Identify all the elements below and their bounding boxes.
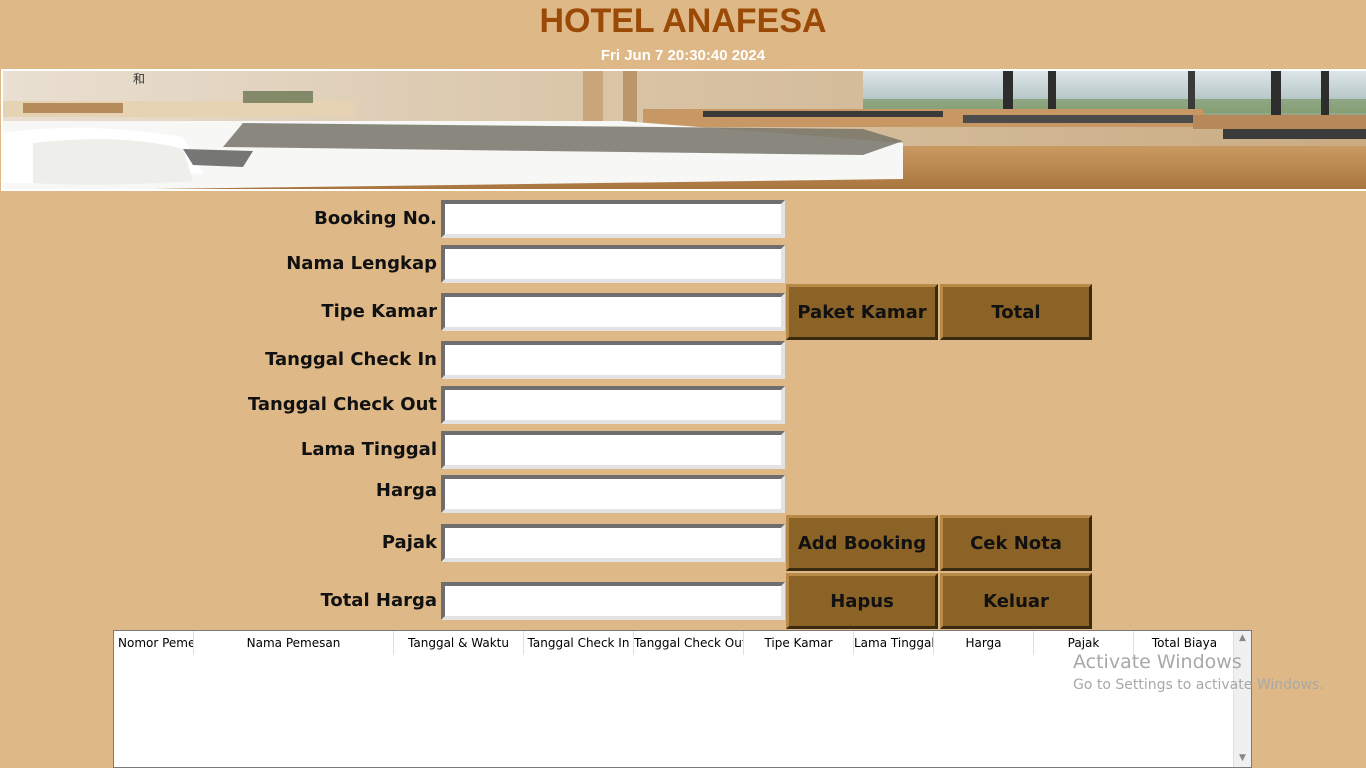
scroll-up-arrow-icon[interactable]: ▲: [1234, 633, 1251, 643]
nama-lengkap-input[interactable]: [441, 245, 785, 283]
scroll-down-arrow-icon[interactable]: ▼: [1234, 753, 1251, 763]
svg-text:和: 和: [133, 72, 145, 86]
total-button[interactable]: Total: [940, 284, 1092, 340]
lama-tinggal-input[interactable]: [441, 431, 785, 469]
column-header-tanggal-waktu[interactable]: Tanggal & Waktu: [394, 631, 524, 655]
activate-windows-subtitle: Go to Settings to activate Windows.: [1073, 677, 1324, 693]
tipe-kamar-label: Tipe Kamar: [321, 301, 437, 322]
lama-tinggal-label: Lama Tinggal: [300, 439, 437, 460]
keluar-button[interactable]: Keluar: [940, 573, 1092, 629]
paket-kamar-button[interactable]: Paket Kamar: [786, 284, 938, 340]
column-header-tanggal-check-in[interactable]: Tanggal Check In: [524, 631, 634, 655]
add-booking-button[interactable]: Add Booking: [786, 515, 938, 571]
pajak-input[interactable]: [441, 524, 785, 562]
column-header-nomor-pemesan[interactable]: Nomor Peme: [114, 631, 194, 655]
hotel-room-banner: 和: [1, 69, 1366, 191]
booking-no-label: Booking No.: [314, 208, 437, 229]
activate-windows-title: Activate Windows: [1073, 651, 1242, 673]
harga-input[interactable]: [441, 475, 785, 513]
column-header-tipe-kamar[interactable]: Tipe Kamar: [744, 631, 854, 655]
column-header-lama-tinggal[interactable]: Lama Tinggal: [854, 631, 934, 655]
table-header: Nomor Peme Nama Pemesan Tanggal & Waktu …: [114, 631, 1235, 655]
pajak-label: Pajak: [381, 532, 437, 553]
hapus-button[interactable]: Hapus: [786, 573, 938, 629]
column-header-harga[interactable]: Harga: [934, 631, 1034, 655]
booking-no-input[interactable]: [441, 200, 785, 238]
tipe-kamar-input[interactable]: [441, 293, 785, 331]
cek-nota-button[interactable]: Cek Nota: [940, 515, 1092, 571]
tanggal-check-in-input[interactable]: [441, 341, 785, 379]
app-title: HOTEL ANAFESA: [539, 2, 827, 40]
column-header-nama-pemesan[interactable]: Nama Pemesan: [194, 631, 394, 655]
datetime-display: Fri Jun 7 20:30:40 2024: [600, 47, 766, 64]
column-header-tanggal-check-out[interactable]: Tanggal Check Out: [634, 631, 744, 655]
total-harga-label: Total Harga: [320, 590, 437, 611]
tanggal-check-out-input[interactable]: [441, 386, 785, 424]
tanggal-check-out-label: Tanggal Check Out: [247, 394, 437, 415]
tanggal-check-in-label: Tanggal Check In: [265, 349, 437, 370]
nama-lengkap-label: Nama Lengkap: [286, 253, 437, 274]
harga-label: Harga: [375, 480, 437, 501]
total-harga-input[interactable]: [441, 582, 785, 620]
